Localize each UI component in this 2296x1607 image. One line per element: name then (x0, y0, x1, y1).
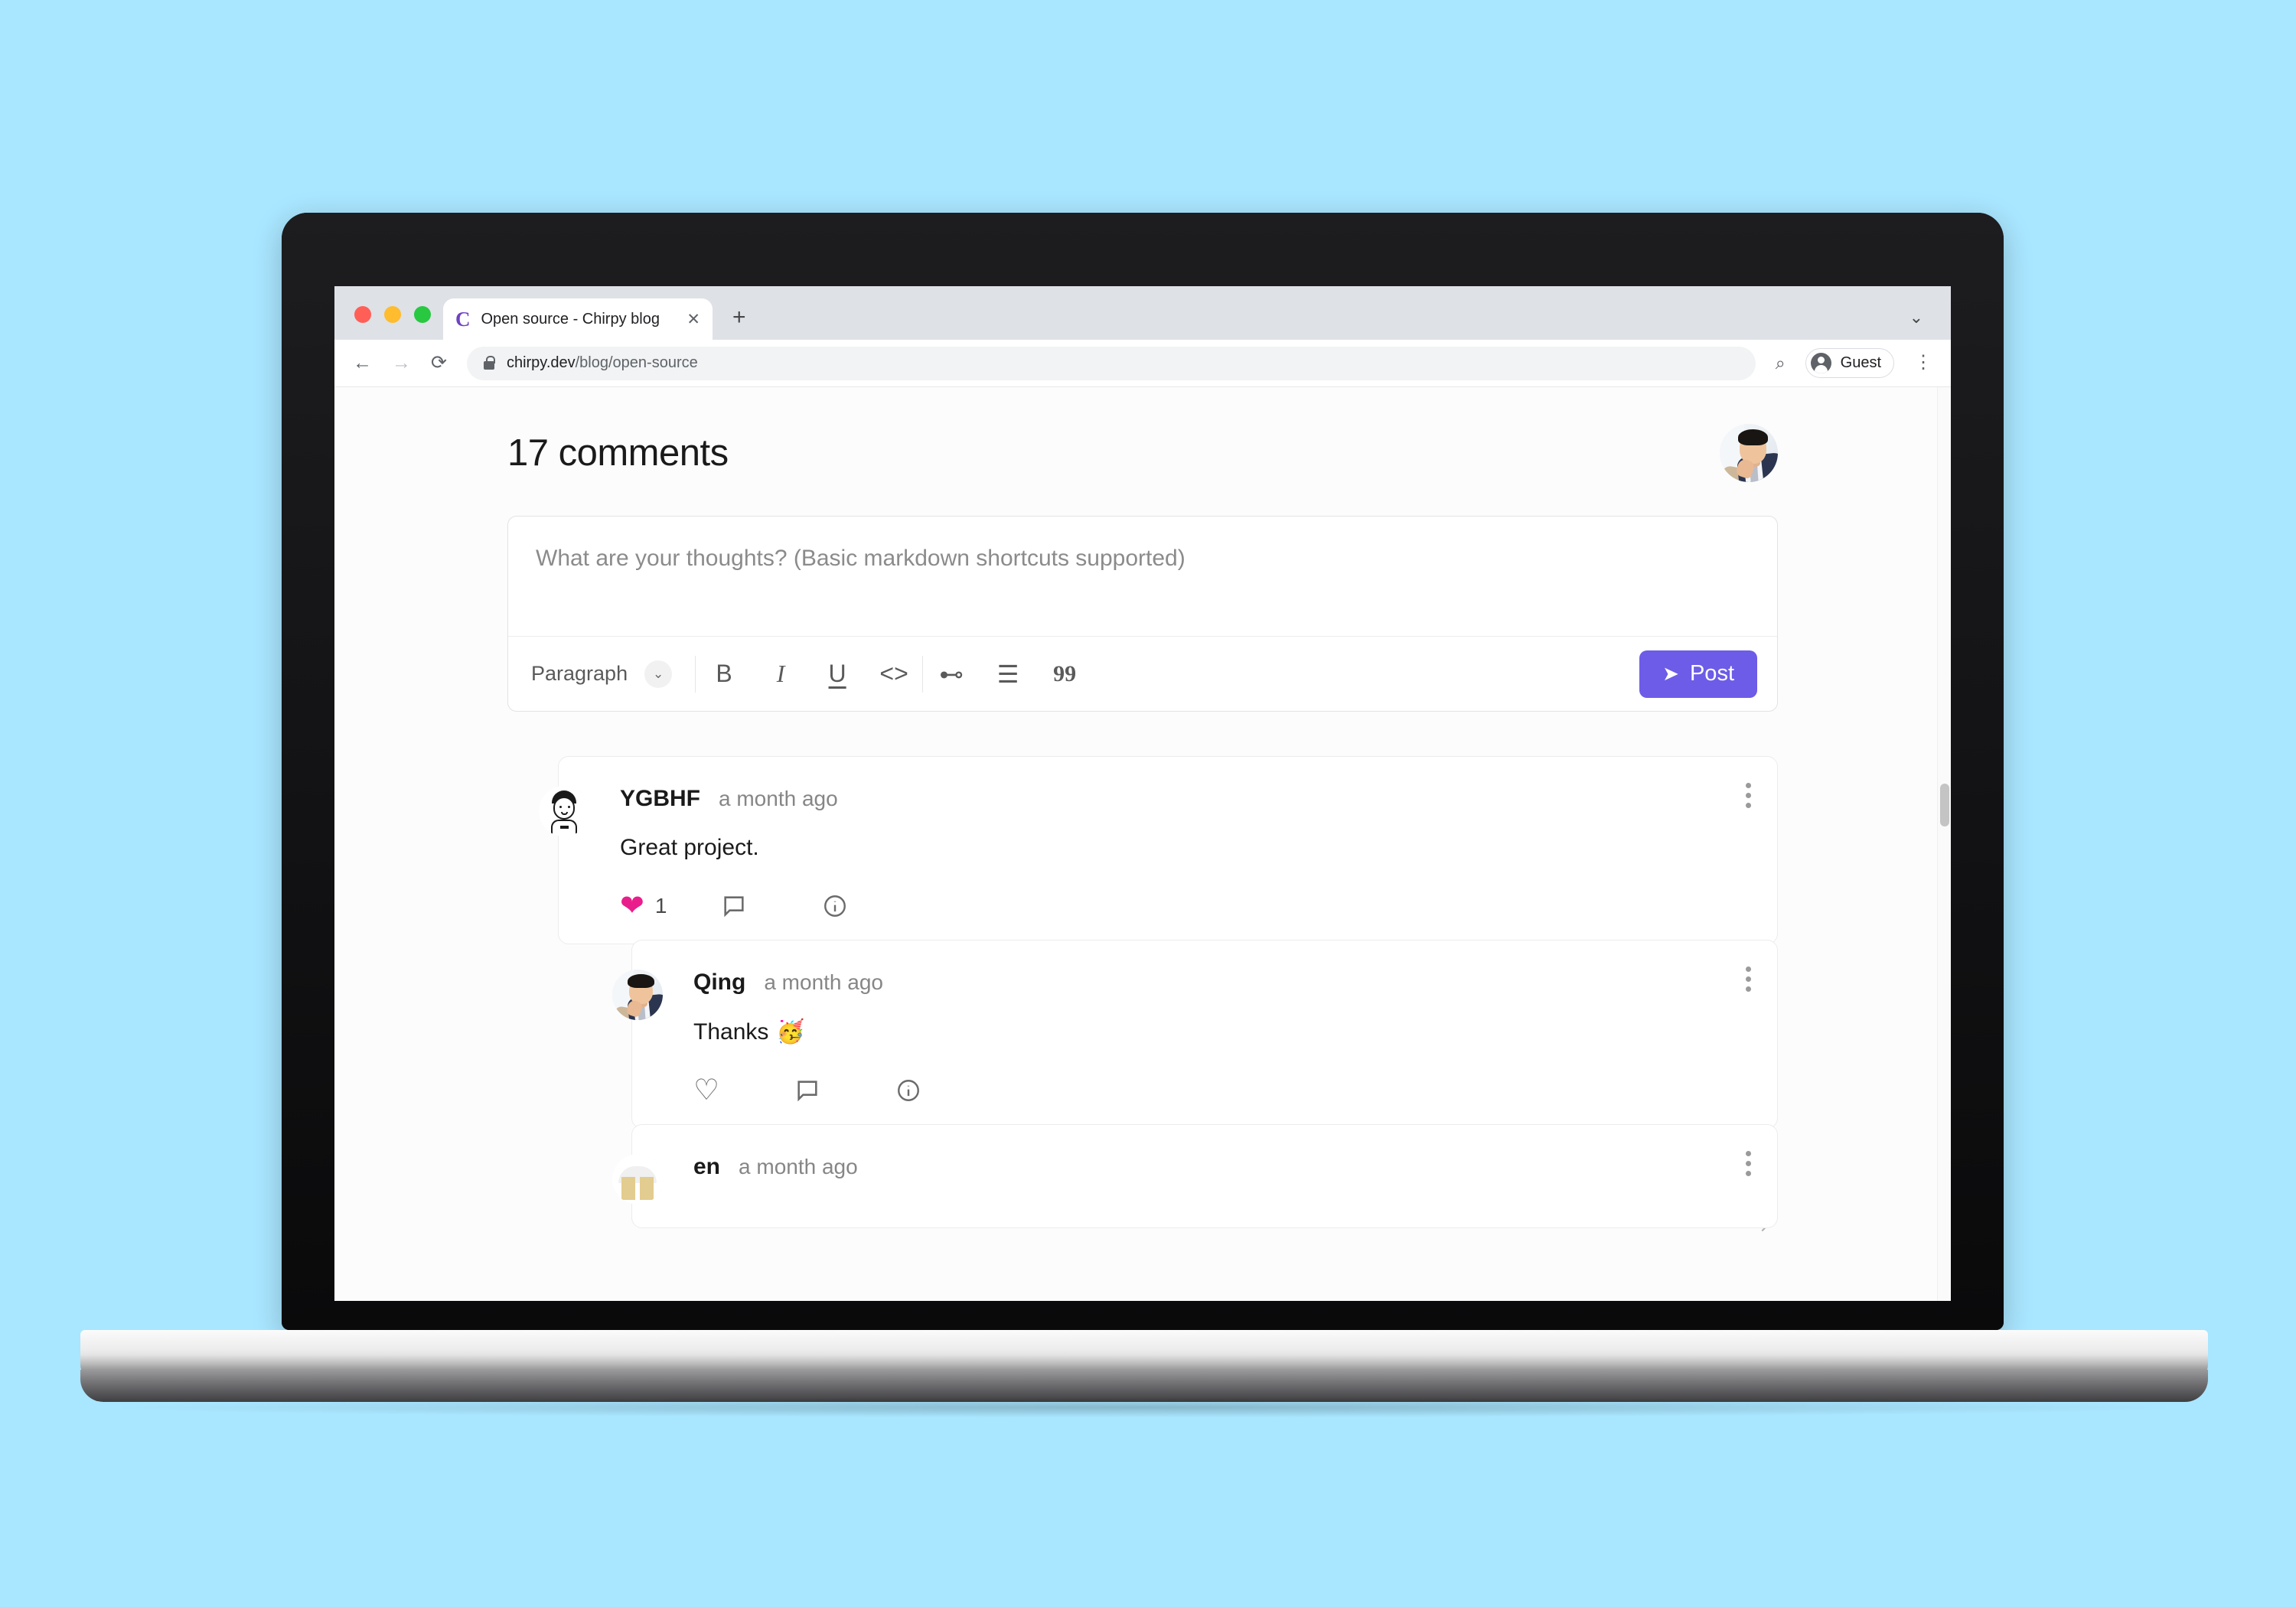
comment-card: YGBHF a month ago Great project. ❤ 1 (539, 756, 1778, 944)
post-button-label: Post (1689, 661, 1734, 686)
lock-icon (483, 355, 495, 370)
like-count: 1 (654, 894, 667, 918)
scrollbar-thumb[interactable] (1940, 784, 1949, 826)
browser-menu-icon[interactable]: ⋮ (1914, 353, 1932, 372)
laptop-shadow (122, 1397, 2166, 1417)
chirpy-favicon-icon: C (455, 307, 471, 331)
back-arrow-icon[interactable]: ← (353, 354, 372, 373)
italic-icon[interactable]: I (752, 650, 809, 698)
browser-tab-strip: C Open source - Chirpy blog ✕ + ⌄ (334, 286, 1951, 340)
info-icon (824, 895, 846, 917)
reload-icon[interactable]: ⟳ (431, 354, 447, 373)
comment-card-partial: en a month ago (612, 1124, 1778, 1228)
comment-menu-icon[interactable] (1746, 783, 1751, 808)
tab-search-chevron-down-icon[interactable]: ⌄ (1910, 308, 1923, 328)
underline-icon[interactable]: U (809, 650, 866, 698)
page-viewport: 17 comments What are your thoughts? (Bas… (334, 387, 1951, 1301)
new-tab-button[interactable]: + (732, 306, 746, 329)
screenshot-stage: C Open source - Chirpy blog ✕ + ⌄ ← → ⟳ … (0, 0, 2296, 1607)
bullet-list-icon[interactable]: ☰ (980, 650, 1036, 698)
reply-card: Qing a month ago Thanks 🥳 ♡ (612, 940, 1778, 1129)
current-user-avatar[interactable] (1720, 424, 1778, 482)
comment-thread: YGBHF a month ago Great project. ❤ 1 Qin… (539, 756, 1778, 1228)
address-bar[interactable]: chirpy.dev/blog/open-source (466, 346, 1756, 380)
insert-group: ⊷ ☰ 99 (923, 650, 1093, 698)
info-icon (898, 1080, 919, 1101)
page-content: 17 comments What are your thoughts? (Bas… (507, 424, 1778, 1232)
editor-toolbar: Paragraph ⌄ B I U <> ⊷ ☰ 99 ➤ Post (508, 636, 1777, 711)
comment-author-name[interactable]: YGBHF (620, 786, 700, 812)
address-bar-url: chirpy.dev/blog/open-source (507, 354, 698, 372)
page-title: 17 comments (507, 432, 729, 474)
reply-emoji: 🥳 (776, 1019, 805, 1045)
text-format-group: B I U <> (696, 650, 922, 698)
heart-outline-icon: ♡ (693, 1074, 720, 1107)
info-button[interactable] (822, 893, 923, 919)
reply-actions: ♡ (693, 1076, 1746, 1105)
paragraph-style-select[interactable]: Paragraph ⌄ (531, 660, 695, 688)
comments-header: 17 comments (507, 424, 1778, 482)
minimize-window-button[interactable] (384, 306, 401, 323)
url-path: /blog/open-source (575, 354, 698, 371)
paragraph-style-label: Paragraph (531, 662, 628, 685)
zoom-in-icon[interactable]: ⌕ (1776, 353, 1786, 373)
comments-page: 17 comments What are your thoughts? (Bas… (334, 387, 1951, 1232)
maximize-window-button[interactable] (414, 306, 431, 323)
send-icon: ➤ (1662, 662, 1679, 685)
reply-menu-icon[interactable] (1746, 966, 1751, 992)
bold-icon[interactable]: B (696, 650, 752, 698)
reply-text: Thanks (693, 1019, 769, 1045)
browser-tab-title: Open source - Chirpy blog (481, 310, 660, 328)
forward-arrow-icon[interactable]: → (392, 354, 411, 373)
reply-text-row: Thanks 🥳 (693, 1019, 1746, 1045)
comments-list: YGBHF a month ago Great project. ❤ 1 Qin… (507, 756, 1778, 1228)
close-tab-icon[interactable]: ✕ (687, 311, 700, 328)
reply-reply-button[interactable] (794, 1077, 895, 1103)
reply-timestamp: a month ago (764, 970, 883, 994)
link-icon[interactable]: ⊷ (923, 650, 980, 698)
comment-author-name[interactable]: en (693, 1154, 720, 1180)
reply-author-avatar[interactable] (612, 970, 663, 1020)
post-button[interactable]: ➤ Post (1639, 650, 1757, 698)
code-icon[interactable]: <> (866, 650, 922, 698)
laptop-screen: C Open source - Chirpy blog ✕ + ⌄ ← → ⟳ … (334, 286, 1951, 1301)
browser-tab[interactable]: C Open source - Chirpy blog ✕ (443, 298, 713, 340)
avatar-lego (612, 1154, 663, 1204)
comment-timestamp: a month ago (719, 787, 838, 810)
profile-label: Guest (1840, 354, 1881, 371)
reply-info-button[interactable] (895, 1077, 996, 1103)
comment-author-avatar[interactable] (612, 1154, 663, 1204)
reply-bubble-icon (797, 1081, 817, 1102)
profile-avatar-icon (1810, 353, 1831, 373)
avatar-line-art (539, 786, 589, 836)
comment-input[interactable]: What are your thoughts? (Basic markdown … (508, 517, 1777, 636)
heart-filled-icon: ❤ (620, 890, 644, 922)
avatar-photo (612, 970, 663, 1020)
avatar-photo (1720, 424, 1778, 482)
reply-author-name[interactable]: Qing (693, 970, 745, 996)
comment-composer[interactable]: What are your thoughts? (Basic markdown … (507, 516, 1778, 1232)
comment-text: Great project. (620, 835, 759, 860)
blockquote-icon[interactable]: 99 (1036, 650, 1093, 698)
comment-actions: ❤ 1 (620, 892, 1746, 921)
like-button[interactable]: ❤ 1 (620, 892, 721, 921)
reply-button[interactable] (721, 893, 822, 919)
close-window-button[interactable] (354, 306, 371, 323)
comment-timestamp: a month ago (739, 1155, 858, 1178)
reply-thread: Qing a month ago Thanks 🥳 ♡ en a month a… (612, 940, 1778, 1228)
browser-toolbar: ← → ⟳ chirpy.dev/blog/open-source ⌕ Gues… (334, 340, 1951, 387)
reply-bubble-icon (724, 896, 744, 918)
comment-author-avatar[interactable] (539, 786, 589, 836)
comment-menu-icon[interactable] (1746, 1151, 1751, 1176)
url-domain: chirpy.dev (506, 354, 576, 371)
page-scrollbar[interactable] (1937, 387, 1951, 1301)
chevron-down-icon[interactable]: ⌄ (644, 660, 673, 688)
profile-chip[interactable]: Guest (1805, 348, 1894, 378)
reply-like-button[interactable]: ♡ (693, 1076, 794, 1105)
window-controls (334, 306, 431, 340)
